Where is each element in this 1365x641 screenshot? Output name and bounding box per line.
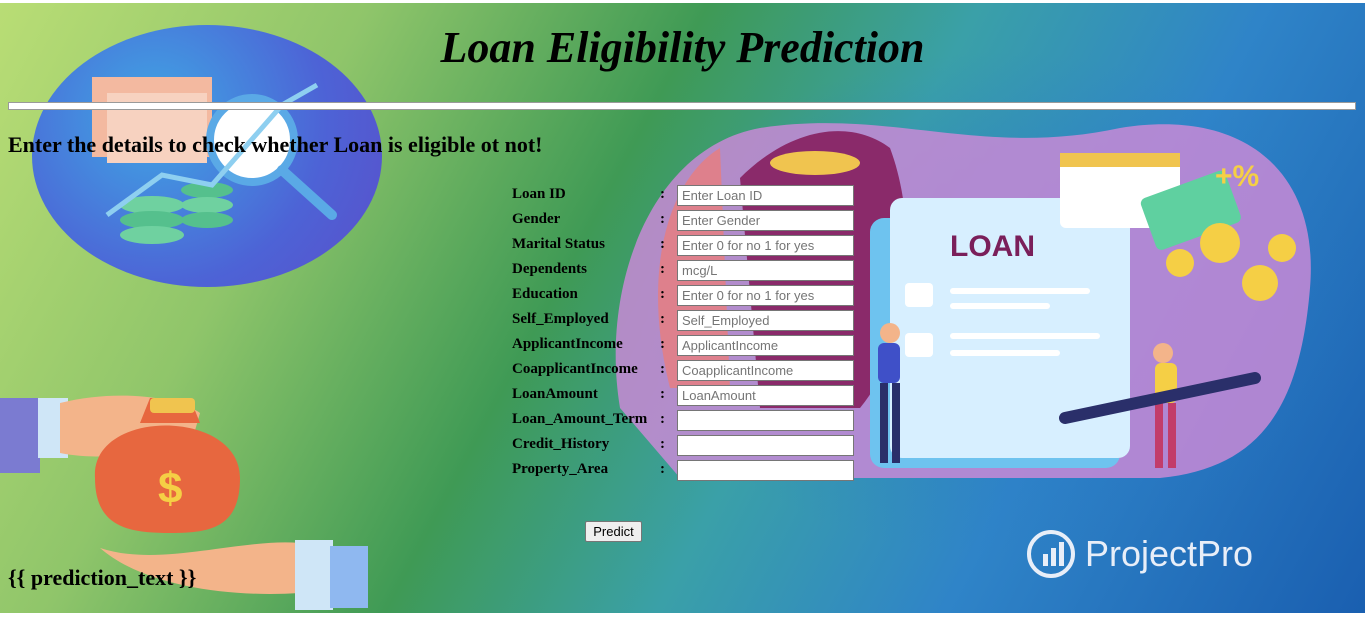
- title-divider: [8, 102, 1356, 110]
- applicant-income-input[interactable]: [677, 335, 854, 356]
- loan-amount-term-input[interactable]: [677, 410, 854, 431]
- colon: :: [660, 311, 665, 327]
- predict-button[interactable]: Predict: [585, 521, 642, 542]
- loan-amount-input[interactable]: [677, 385, 854, 406]
- colon: :: [660, 461, 665, 477]
- percent-badge: +%: [1215, 160, 1259, 193]
- background: LOAN +% $ ProjectPro: [0, 3, 1365, 613]
- dependents-label: Dependents: [512, 261, 588, 277]
- colon: :: [660, 361, 665, 377]
- loan-id-input[interactable]: [677, 185, 854, 206]
- gender-label: Gender: [512, 211, 561, 227]
- projectpro-wordmark: ProjectPro: [1085, 533, 1254, 574]
- coapplicant-income-label: CoapplicantIncome: [512, 361, 638, 377]
- education-input[interactable]: [677, 285, 854, 306]
- credit-history-label: Credit_History: [512, 436, 610, 452]
- education-label: Education: [512, 286, 578, 302]
- colon: :: [660, 236, 665, 252]
- colon: :: [660, 186, 665, 202]
- colon: :: [660, 211, 665, 227]
- page-title: Loan Eligibility Prediction: [440, 23, 925, 72]
- dependents-input[interactable]: [677, 260, 854, 281]
- credit-history-input[interactable]: [677, 435, 854, 456]
- applicant-income-label: ApplicantIncome: [512, 336, 623, 352]
- page-subtitle: Enter the details to check whether Loan …: [8, 132, 543, 157]
- colon: :: [660, 411, 665, 427]
- colon: :: [660, 386, 665, 402]
- projectpro-logo: ProjectPro: [1027, 530, 1253, 578]
- dollar-symbol: $: [158, 464, 182, 513]
- loan-amount-term-label: Loan_Amount_Term: [512, 411, 648, 427]
- colon: :: [660, 336, 665, 352]
- colon: :: [660, 261, 665, 277]
- property-area-input[interactable]: [677, 460, 854, 481]
- loan-sign-text: LOAN: [950, 230, 1035, 263]
- property-area-label: Property_Area: [512, 461, 609, 477]
- colon: :: [660, 286, 665, 302]
- colon: :: [660, 436, 665, 452]
- self-employed-label: Self_Employed: [512, 311, 609, 327]
- loan-id-label: Loan ID: [512, 186, 566, 202]
- marital-status-input[interactable]: [677, 235, 854, 256]
- coapplicant-income-input[interactable]: [677, 360, 854, 381]
- prediction-result: {{ prediction_text }}: [8, 565, 197, 590]
- self-employed-input[interactable]: [677, 310, 854, 331]
- loan-amount-label: LoanAmount: [512, 386, 598, 402]
- projectpro-logo-icon: [1027, 530, 1075, 578]
- gender-input[interactable]: [677, 210, 854, 231]
- marital-status-label: Marital Status: [512, 236, 605, 252]
